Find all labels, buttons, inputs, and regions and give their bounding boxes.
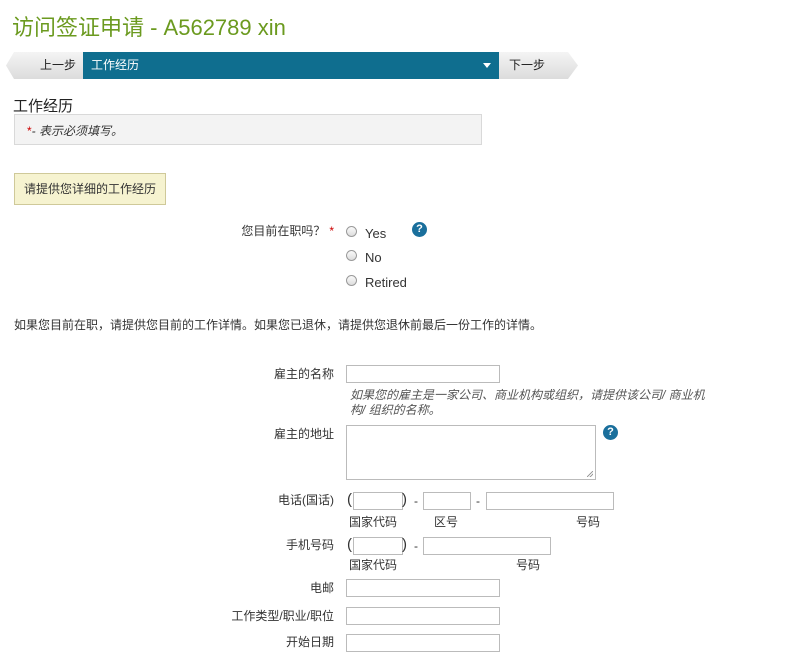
chevron-down-icon (483, 63, 491, 68)
employer-name-input[interactable] (346, 365, 500, 383)
radio-yes-circle[interactable] (346, 226, 357, 238)
required-star: * (329, 224, 334, 238)
dash: - (414, 494, 418, 508)
close-paren: ) (402, 536, 407, 553)
radio-no-circle[interactable] (346, 250, 357, 262)
mobile-number-caption: 号码 (516, 558, 541, 572)
help-icon[interactable]: ? (603, 425, 618, 440)
radio-retired-label: Retired (365, 275, 407, 290)
phone-label: 电话(国话) (278, 493, 334, 507)
employer-address-textarea[interactable] (346, 425, 596, 480)
phone-area-code-input[interactable] (423, 492, 471, 510)
employment-question-label: 您目前在职吗？ * (200, 222, 334, 239)
page-title: 访问签证申请 - A562789 xin (12, 15, 286, 40)
email-input[interactable] (346, 579, 500, 597)
start-date-label: 开始日期 (285, 635, 334, 649)
section-title: 工作经历 (13, 98, 74, 115)
next-step-button[interactable]: 下一步 (499, 52, 578, 79)
required-note-text: - 表示必须填写。 (31, 124, 124, 138)
number-caption: 号码 (576, 515, 601, 529)
mobile-country-code-caption: 国家代码 (349, 558, 398, 572)
open-paren: ( (347, 491, 352, 508)
required-note: *- 表示必须填写。 (14, 114, 482, 145)
radio-retired[interactable]: Retired (346, 275, 407, 291)
mobile-number-input[interactable] (423, 537, 551, 555)
help-icon[interactable]: ? (412, 222, 427, 237)
radio-no-label: No (365, 250, 382, 265)
step-navigation: 上一步 工作经历 下一步 (6, 52, 578, 79)
employer-name-hint: 如果您的雇主是一家公司、商业机构或组织，请提供该公司/ 商业机构/ 组织的名称。 (350, 388, 705, 417)
open-paren: ( (347, 536, 352, 553)
step-select-value: 工作经历 (91, 58, 140, 72)
radio-yes[interactable]: Yes (346, 226, 386, 242)
area-code-caption: 区号 (434, 515, 459, 529)
employer-address-label: 雇主的地址 (273, 427, 334, 441)
mobile-label: 手机号码 (285, 538, 334, 552)
dash: - (476, 494, 480, 508)
section-prompt: 请提供您详细的工作经历 (14, 173, 166, 205)
job-type-label: 工作类型/职业/职位 (231, 609, 334, 623)
phone-number-input[interactable] (486, 492, 614, 510)
radio-yes-label: Yes (365, 226, 387, 241)
employer-name-label: 雇主的名称 (273, 367, 334, 381)
email-label: 电邮 (309, 581, 334, 595)
start-date-input[interactable] (346, 634, 500, 652)
mobile-country-code-input[interactable] (353, 537, 403, 555)
country-code-caption: 国家代码 (349, 515, 398, 529)
employment-question-text: 您目前在职吗？ (241, 224, 326, 238)
close-paren: ) (402, 491, 407, 508)
step-select[interactable]: 工作经历 (83, 52, 499, 79)
radio-no[interactable]: No (346, 250, 382, 266)
phone-country-code-input[interactable] (353, 492, 403, 510)
job-type-input[interactable] (346, 607, 500, 625)
dash: - (414, 539, 418, 553)
radio-retired-circle[interactable] (346, 275, 357, 287)
employment-instructions: 如果您目前在职，请提供您目前的工作详情。如果您已退休，请提供您退休前最后一份工作… (14, 318, 543, 332)
resize-grip-icon[interactable] (587, 471, 593, 477)
